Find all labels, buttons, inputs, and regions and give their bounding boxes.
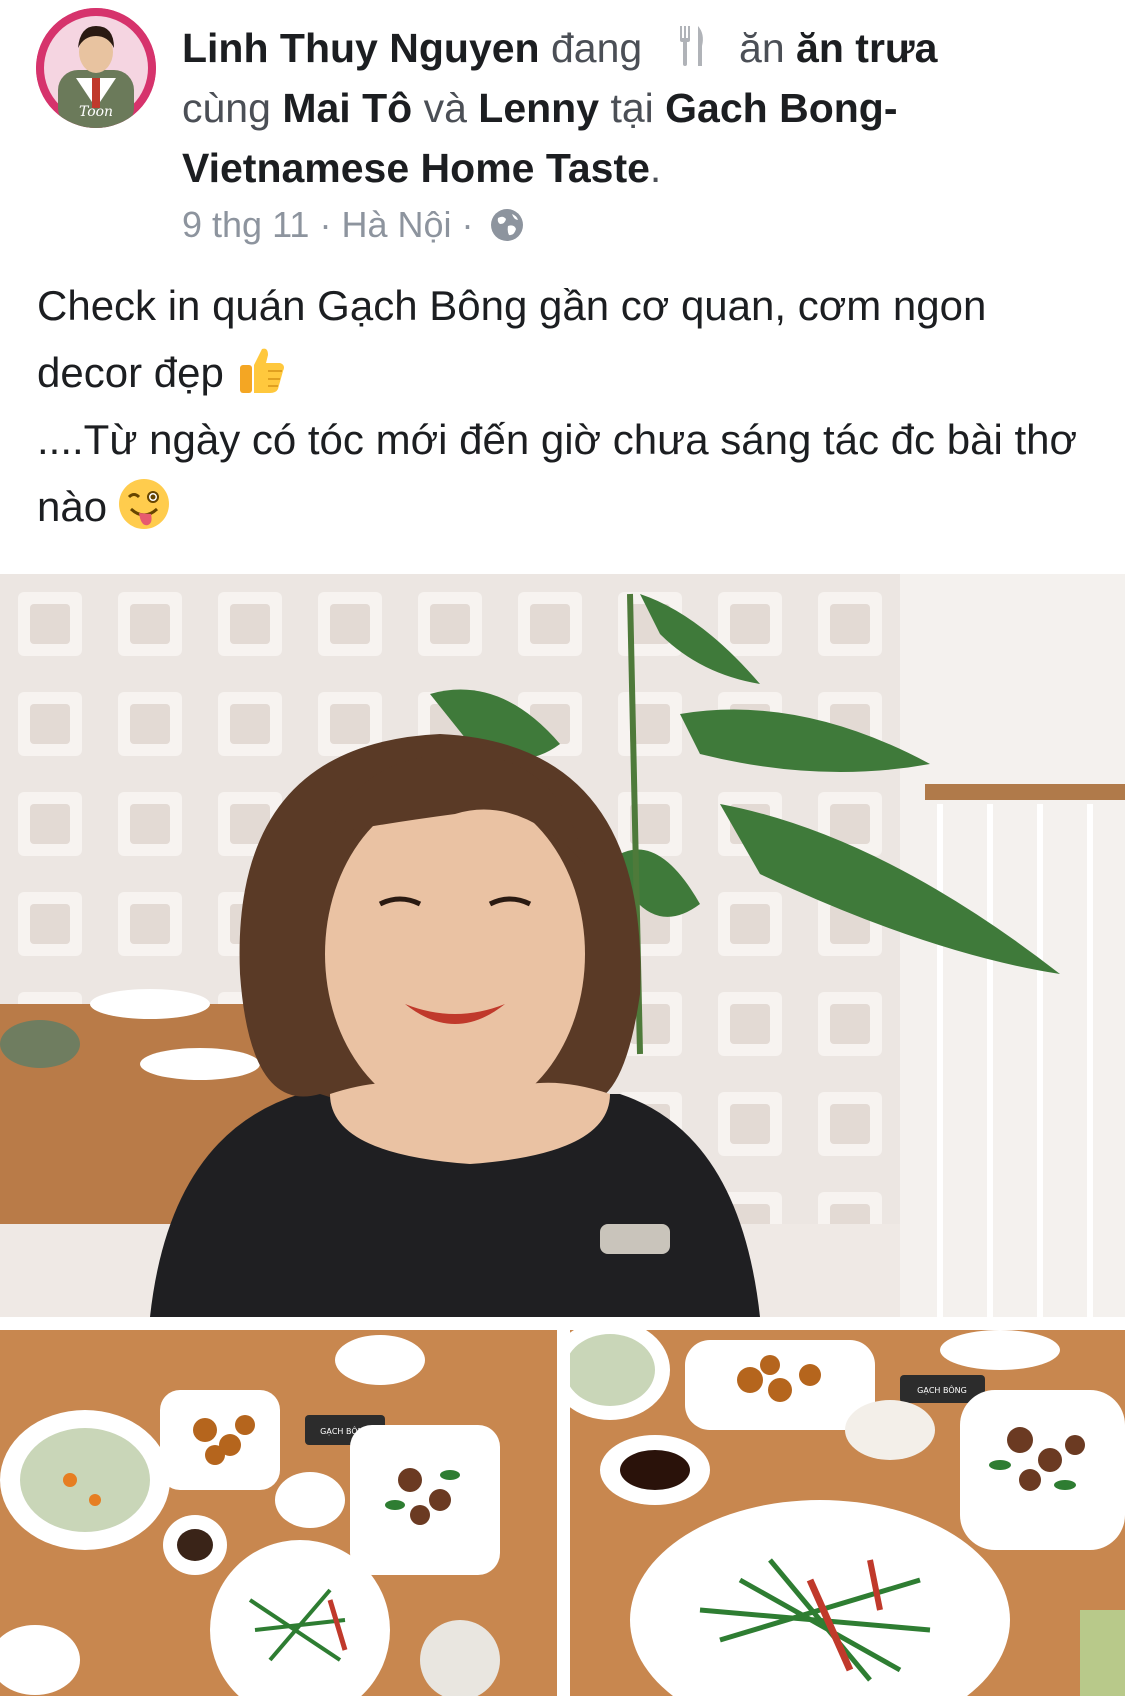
facebook-post: Toon Linh Thuy Nguyen đang ăn ăn trưa cù… xyxy=(0,0,1125,1696)
post-meta: 9 thg 11 · Hà Nội · xyxy=(182,200,526,250)
with-word: cùng xyxy=(182,85,271,131)
brand-card-text-2: GẠCH BÔNG xyxy=(917,1384,967,1396)
tagged-friend-1[interactable]: Mai Tô xyxy=(282,85,412,131)
food-table-photo-1[interactable]: GẠCH BÔNG xyxy=(0,1330,557,1696)
post-text: Check in quán Gạch Bông gần cơ quan, cơm… xyxy=(37,272,1097,540)
post-header: Toon Linh Thuy Nguyen đang ăn ăn trưa cù… xyxy=(0,0,1125,270)
post-date[interactable]: 9 thg 11 xyxy=(182,204,309,246)
headline-period: . xyxy=(649,145,662,191)
activity-verb: đang xyxy=(551,25,643,71)
tagged-friend-2[interactable]: Lenny xyxy=(478,85,599,131)
post-location[interactable]: Hà Nội xyxy=(341,204,451,246)
thumbs-up-icon xyxy=(234,343,288,397)
winking-tongue-icon xyxy=(117,477,171,531)
activity-bold: ăn trưa xyxy=(796,25,938,71)
avatar-watermark: Toon xyxy=(79,104,113,120)
meta-separator-1: · xyxy=(319,204,332,245)
post-text-line-1: Check in quán Gạch Bông gần cơ quan, cơm… xyxy=(37,282,987,396)
food-table-photo-2[interactable]: GẠCH BÔNG xyxy=(570,1330,1125,1696)
and-word: và xyxy=(423,85,467,131)
globe-icon[interactable] xyxy=(484,206,526,244)
post-text-line-2: ....Từ ngày có tóc mới đến giờ chưa sáng… xyxy=(37,416,1078,530)
meta-separator-2: · xyxy=(461,204,474,245)
portrait-photo[interactable] xyxy=(0,574,1125,1317)
cutlery-icon xyxy=(674,22,710,70)
author-name[interactable]: Linh Thuy Nguyen xyxy=(182,25,540,71)
post-headline: Linh Thuy Nguyen đang ăn ăn trưa cùng Ma… xyxy=(182,18,1082,198)
activity-plain: ăn xyxy=(739,25,785,71)
author-avatar[interactable]: Toon xyxy=(36,8,156,128)
at-word: tại xyxy=(610,85,654,131)
